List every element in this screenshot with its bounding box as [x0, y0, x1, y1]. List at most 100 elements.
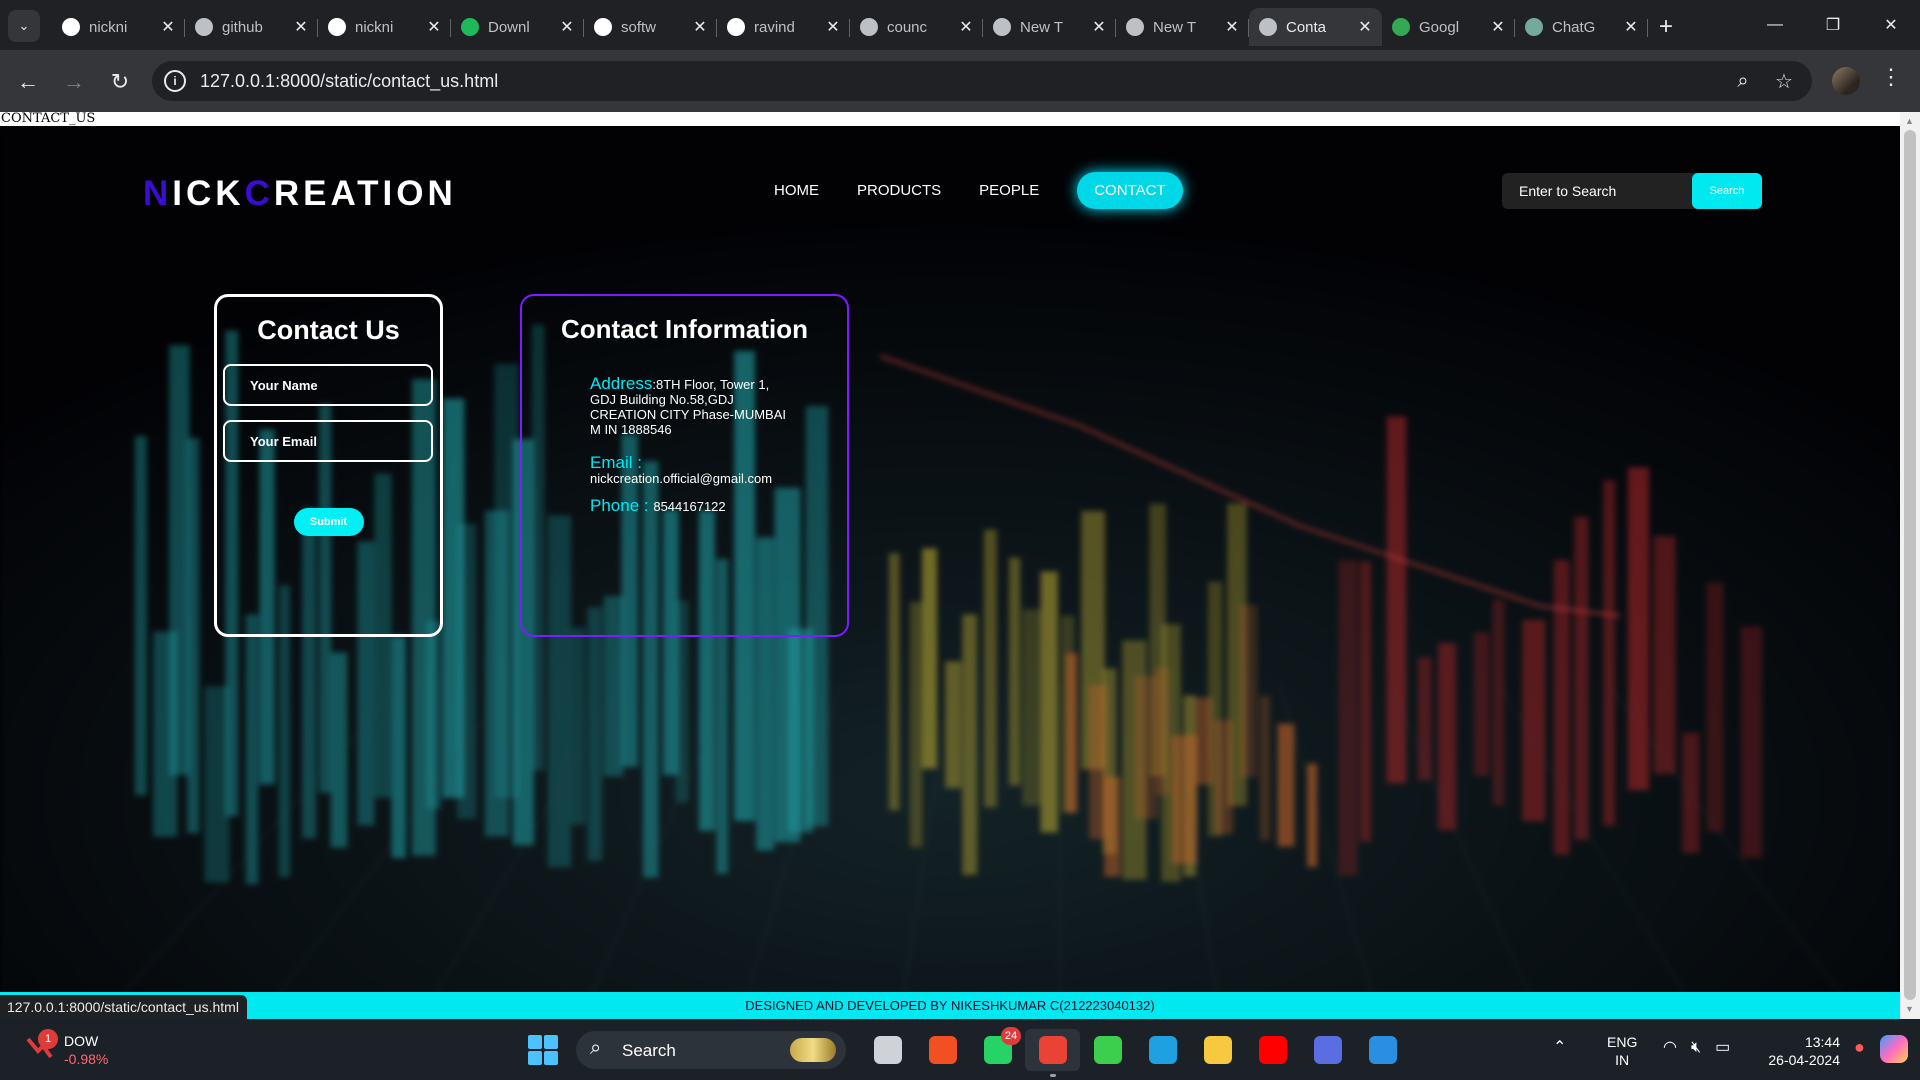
youtube-icon[interactable] [1245, 1029, 1300, 1071]
language-code: ENG [1607, 1034, 1638, 1050]
tab-close-icon[interactable]: ✕ [1223, 17, 1241, 37]
phone-row: Phone : 8544167122 [590, 496, 795, 515]
page-scrollbar[interactable]: ▲ ▼ [1900, 112, 1920, 1019]
address-row: Address:8TH Floor, Tower 1, GDJ Building… [590, 374, 795, 437]
more-menu-icon[interactable]: ⋮ [1880, 64, 1902, 90]
meet-icon [1392, 18, 1410, 36]
logo-part: C [244, 174, 274, 213]
nav-home[interactable]: HOME [774, 182, 819, 199]
scrollbar-thumb[interactable] [1904, 130, 1916, 1000]
arc-app-icon[interactable] [1300, 1029, 1355, 1071]
name-field[interactable] [223, 364, 433, 406]
minimize-icon[interactable]: — [1746, 8, 1804, 42]
browser-tab[interactable]: Downl ✕ [451, 8, 584, 46]
browser-tab[interactable]: nickni ✕ [52, 8, 185, 46]
browser-tab[interactable]: ChatG ✕ [1515, 8, 1648, 46]
wifi-icon[interactable]: ◠ [1663, 1039, 1691, 1056]
app-glyph [1368, 1036, 1397, 1064]
browser-tab[interactable]: ravind ✕ [717, 8, 850, 46]
tab-title: ChatG [1552, 18, 1596, 36]
tab-close-icon[interactable]: ✕ [957, 17, 975, 37]
page-viewport: CONTACT_US NICKCREATION HOME PRODUCTS PE… [0, 112, 1920, 1019]
site-search-input[interactable] [1502, 173, 1692, 209]
tab-close-icon[interactable]: ✕ [1090, 17, 1108, 37]
restore-icon[interactable]: ❐ [1804, 8, 1862, 42]
address-label: Address [590, 374, 653, 393]
copilot-icon[interactable] [1880, 1035, 1908, 1063]
w-icon [461, 18, 479, 36]
phone-separator: : [639, 496, 654, 515]
scroll-down-icon[interactable]: ▼ [1905, 1004, 1914, 1014]
browser-tab[interactable]: github ✕ [185, 8, 318, 46]
browser-tab[interactable]: counc ✕ [850, 8, 983, 46]
email-field[interactable] [223, 420, 433, 462]
reload-icon[interactable]: ↻ [104, 66, 136, 98]
volume-muted-icon[interactable]: 🔇︎ [1691, 1039, 1715, 1056]
tab-title: counc [887, 18, 928, 36]
browser-tab[interactable]: New T ✕ [1116, 8, 1249, 46]
forward-arrow-icon[interactable]: → [58, 66, 90, 98]
close-window-icon[interactable]: ✕ [1862, 8, 1920, 42]
whatsapp-icon[interactable]: 24 [970, 1027, 1025, 1071]
taskbar-search[interactable]: ⌕ Search [576, 1031, 846, 1069]
tab-close-icon[interactable]: ✕ [1356, 17, 1374, 37]
submit-button[interactable]: Submit [293, 508, 364, 536]
language-indicator[interactable]: ENG IN [1607, 1033, 1637, 1069]
task-view-icon[interactable] [860, 1029, 915, 1071]
taskbar-apps: 24 [860, 1027, 1410, 1077]
tab-close-icon[interactable]: ✕ [292, 17, 310, 37]
site-footer: DESIGNED AND DEVELOPED BY NIKESHKUMAR C(… [0, 992, 1900, 1019]
tab-close-icon[interactable]: ✕ [691, 17, 709, 37]
nav-contact[interactable]: CONTACT [1077, 172, 1183, 209]
tab-search-chevron-icon[interactable]: ⌄ [8, 10, 40, 42]
microsoft-store-icon[interactable] [915, 1029, 970, 1071]
windows-taskbar: 1 DOW -0.98% ⌕ Search 24 ⌃ ENG IN ◠🔇︎▭ 1… [0, 1019, 1920, 1080]
hidden-icons-chevron-icon[interactable]: ⌃ [1553, 1037, 1566, 1057]
tab-close-icon[interactable]: ✕ [824, 17, 842, 37]
zoom-icon[interactable]: ⌕ [1730, 68, 1756, 94]
github-icon [328, 18, 346, 36]
file-explorer-icon[interactable] [1190, 1029, 1245, 1071]
browser-tab[interactable]: softw ✕ [584, 8, 717, 46]
edge-icon[interactable] [1135, 1029, 1190, 1071]
site-search-button[interactable]: Search [1692, 173, 1762, 209]
tab-close-icon[interactable]: ✕ [558, 17, 576, 37]
widget-badge: 1 [38, 1029, 58, 1049]
phone-value: 8544167122 [653, 499, 726, 514]
contact-info-body: Address:8TH Floor, Tower 1, GDJ Building… [590, 374, 795, 532]
tray-status-icons[interactable]: ◠🔇︎▭ [1663, 1037, 1744, 1057]
nav-products[interactable]: PRODUCTS [857, 182, 941, 199]
logo-part: I [172, 174, 187, 213]
phone-label: Phone [590, 496, 640, 515]
clock[interactable]: 13:44 26-04-2024 [1740, 1033, 1840, 1069]
logo-part: N [143, 174, 173, 213]
bookmark-star-icon[interactable]: ☆ [1771, 68, 1797, 94]
clock-date: 26-04-2024 [1768, 1052, 1840, 1068]
windows-start-icon[interactable] [528, 1035, 558, 1065]
vscode-icon[interactable] [1355, 1029, 1410, 1071]
browser-tab[interactable]: nickni ✕ [318, 8, 451, 46]
new-tab-icon[interactable]: + [1648, 8, 1684, 46]
nav-people[interactable]: PEOPLE [979, 182, 1039, 199]
tab-close-icon[interactable]: ✕ [159, 17, 177, 37]
address-url[interactable]: 127.0.0.1:8000/static/contact_us.html [200, 71, 498, 92]
browser-tab[interactable]: Conta ✕ [1249, 8, 1382, 46]
address-bar[interactable]: i 127.0.0.1:8000/static/contact_us.html … [152, 61, 1812, 101]
scroll-up-icon[interactable]: ▲ [1905, 116, 1914, 126]
app-badge: 24 [1001, 1027, 1021, 1045]
tab-close-icon[interactable]: ✕ [1622, 17, 1640, 37]
app-glyph [1258, 1036, 1287, 1064]
search-icon: ⌕ [590, 1037, 602, 1059]
tab-close-icon[interactable]: ✕ [1489, 17, 1507, 37]
chrome-icon[interactable] [1025, 1029, 1080, 1077]
tab-close-icon[interactable]: ✕ [425, 17, 443, 37]
refresh-app-icon[interactable] [1080, 1029, 1135, 1071]
browser-tab[interactable]: Googl ✕ [1382, 8, 1515, 46]
site-info-icon[interactable]: i [164, 70, 186, 92]
notification-bell-icon[interactable]: ● [1854, 1037, 1865, 1058]
profile-avatar[interactable] [1832, 67, 1860, 95]
browser-tab[interactable]: New T ✕ [983, 8, 1116, 46]
site-logo[interactable]: NICKCREATION [143, 174, 457, 214]
tab-title: New T [1020, 18, 1064, 36]
back-arrow-icon[interactable]: ← [12, 66, 44, 98]
